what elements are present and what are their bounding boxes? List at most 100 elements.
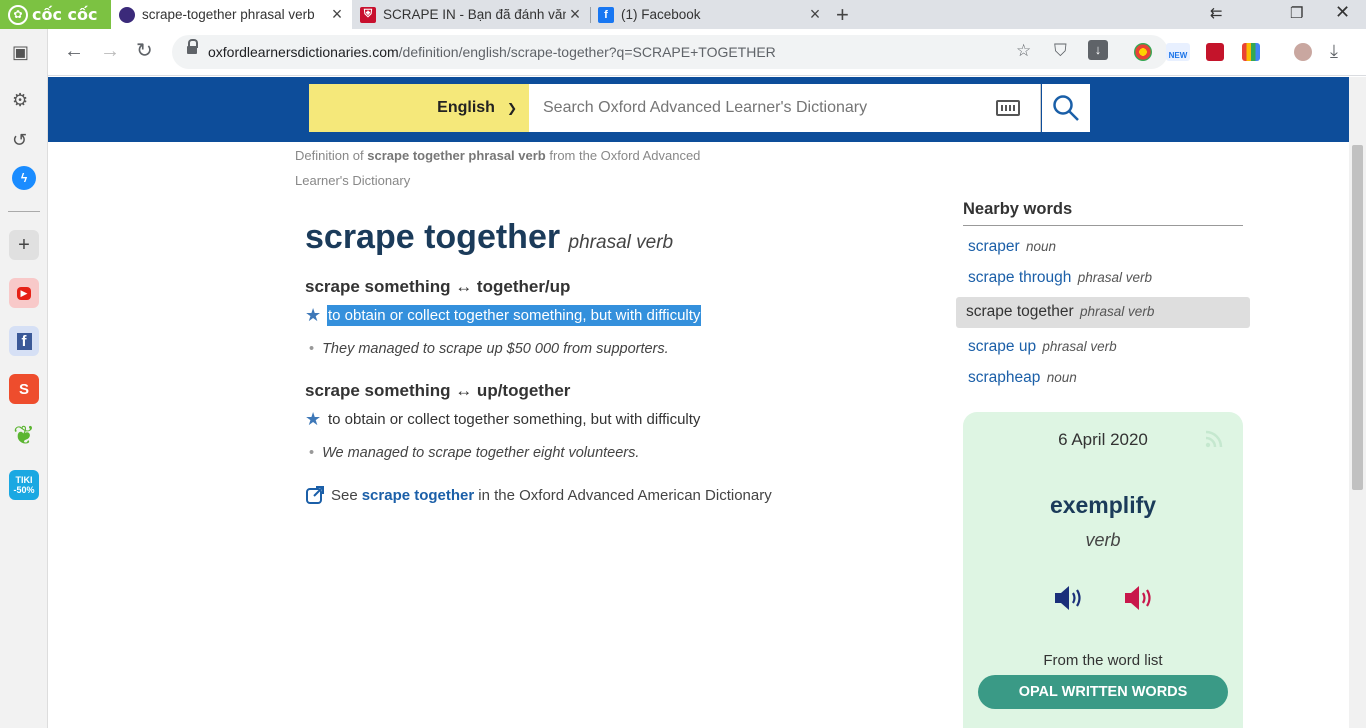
sense-definition: ★ to obtain or collect together somethin…: [305, 305, 702, 326]
word-of-the-day-card: 6 April 2020 exemplify verb From the wor…: [963, 412, 1243, 728]
coccoc-menu-button[interactable]: ✿ cốc cốc: [0, 0, 111, 29]
nearby-pos: phrasal verb: [1080, 304, 1155, 319]
chevron-down-icon: ❯: [506, 101, 517, 115]
red-extension-icon[interactable]: [1206, 43, 1224, 61]
search-icon: [1053, 95, 1079, 121]
nearby-pos: phrasal verb: [1077, 270, 1153, 285]
scrollbar-thumb[interactable]: [1352, 145, 1363, 490]
tab-oxford[interactable]: scrape-together phrasal verb ×: [111, 0, 352, 29]
browser-toolbar: ← → ↻ oxfordlearnersdictionaries.com/def…: [48, 29, 1366, 76]
sense-pattern: scrape something ↔ together/up: [305, 277, 571, 296]
search-button[interactable]: [1042, 84, 1090, 132]
tab-facebook[interactable]: f (1) Facebook ×: [590, 0, 830, 29]
wotd-word[interactable]: exemplify: [963, 492, 1243, 519]
close-tab-icon[interactable]: ×: [328, 4, 346, 25]
nearby-word-scrape-through[interactable]: scrape through phrasal verb: [968, 269, 1152, 287]
coccoc-logo-icon: ✿: [8, 4, 28, 25]
profile-avatar[interactable]: [1294, 43, 1312, 61]
sense-definition: ★ to obtain or collect together somethin…: [305, 409, 701, 430]
close-tab-icon[interactable]: ×: [806, 4, 824, 25]
brand-name: cốc cốc: [32, 5, 98, 24]
uk-pronunciation-speaker-icon[interactable]: [1053, 582, 1085, 614]
definition-text: to obtain or collect together something,…: [328, 411, 701, 428]
tab-title: scrape-together phrasal verb: [142, 7, 315, 22]
sense-pattern: scrape something ↔ up/together: [305, 381, 571, 400]
bullet-icon: •: [309, 445, 315, 461]
downloads-icon[interactable]: ⤓: [1330, 41, 1338, 61]
rss-icon[interactable]: [1205, 430, 1223, 448]
tiki-label: TIKI: [15, 475, 33, 485]
language-label: English: [437, 99, 495, 116]
nearby-pos: noun: [1026, 239, 1057, 254]
nearby-word-current: scrape together phrasal verb: [956, 297, 1250, 328]
youtube-icon[interactable]: ▶: [9, 278, 39, 308]
tab-bar: ✿ cốc cốc scrape-together phrasal verb ×…: [0, 0, 1366, 29]
headword: scrape together: [305, 218, 561, 256]
nearby-word: scrape through: [968, 269, 1072, 286]
opal-word-list-button[interactable]: OPAL WRITTEN WORDS: [978, 675, 1228, 709]
nearby-words-heading: Nearby words: [963, 200, 1243, 226]
oxford-3000-star-icon: ★: [305, 409, 322, 429]
site-header: English ❯: [48, 77, 1349, 142]
nearby-word: scrape together: [966, 303, 1074, 320]
language-dropdown[interactable]: English ❯: [309, 84, 529, 132]
address-bar[interactable]: oxfordlearnersdictionaries.com/definitio…: [172, 35, 1168, 69]
page-scrollbar[interactable]: [1349, 77, 1366, 728]
facebook-icon: f: [598, 6, 614, 23]
headword-block: scrape together phrasal verb: [305, 218, 673, 257]
tab-scrape-in[interactable]: ⛨ SCRAPE IN - Bạn đã đánh văn ×: [352, 0, 590, 29]
coccoc-extension-icon[interactable]: [1134, 43, 1152, 61]
oxford-3000-star-icon: ★: [305, 305, 322, 325]
example-sentence: • We managed to scrape together eight vol…: [309, 445, 639, 461]
forward-button[interactable]: →: [100, 41, 120, 61]
example-sentence: • They managed to scrape up $50 000 from …: [309, 341, 669, 357]
tiki-icon[interactable]: TIKI -50%: [9, 470, 39, 500]
nearby-word: scrapheap: [968, 369, 1041, 386]
leaf-icon[interactable]: ❦: [9, 420, 39, 450]
color-extension-icon[interactable]: [1242, 43, 1260, 61]
sidebar-divider: [8, 211, 40, 212]
lock-icon: [187, 39, 198, 57]
shield-icon[interactable]: ⛉: [1054, 41, 1067, 61]
breadcrumb-prefix: Definition of: [295, 148, 364, 163]
back-button[interactable]: ←: [64, 41, 84, 61]
new-tab-button[interactable]: +: [836, 2, 849, 28]
nearby-word-scrape-up[interactable]: scrape up phrasal verb: [968, 338, 1117, 356]
breadcrumb-term: scrape together phrasal verb: [367, 148, 546, 163]
close-window-button[interactable]: ✕: [1335, 2, 1350, 23]
wotd-pos: verb: [1085, 530, 1121, 550]
nearby-word: scraper: [968, 238, 1020, 255]
browser-sidebar: ▣ ⚙ ↺ ϟ + ▶ f S ❦ TIKI -50%: [0, 29, 48, 728]
restore-button[interactable]: ❐: [1290, 4, 1303, 22]
search-input[interactable]: [529, 84, 969, 132]
breadcrumb: Definition of scrape together phrasal ve…: [295, 143, 755, 193]
add-shortcut-button[interactable]: +: [9, 230, 39, 260]
definition-text: to obtain or collect together something,…: [327, 305, 702, 326]
example-text: They managed to scrape up $50 000 from s…: [322, 341, 669, 357]
new-extension-icon[interactable]: NEW: [1166, 43, 1190, 61]
part-of-speech: phrasal verb: [568, 232, 674, 253]
nearby-word-scraper[interactable]: scraper noun: [968, 238, 1056, 256]
messenger-icon[interactable]: ϟ: [12, 166, 36, 190]
sidebar-toggle-icon[interactable]: ▣: [12, 42, 29, 63]
bookmark-star-icon[interactable]: ☆: [1016, 41, 1031, 61]
wotd-list-label: From the word list: [1043, 652, 1163, 669]
close-tab-icon[interactable]: ×: [566, 4, 584, 25]
url-text[interactable]: oxfordlearnersdictionaries.com/definitio…: [208, 44, 776, 60]
nearby-pos: phrasal verb: [1042, 339, 1117, 354]
facebook-sidebar-icon[interactable]: f: [9, 326, 39, 356]
download-page-icon[interactable]: ↓: [1088, 40, 1108, 60]
oxford-globe-icon: [119, 6, 135, 23]
keyboard-icon[interactable]: [996, 100, 1020, 116]
shopee-icon[interactable]: S: [9, 374, 39, 404]
see-also-link[interactable]: scrape together: [362, 487, 475, 504]
see-also-prefix: See: [331, 486, 358, 504]
settings-icon[interactable]: ⚙: [12, 90, 28, 111]
nearby-word-scrapheap[interactable]: scrapheap noun: [968, 369, 1077, 387]
bullet-icon: •: [309, 341, 315, 357]
us-pronunciation-speaker-icon[interactable]: [1123, 582, 1155, 614]
url-domain: oxfordlearnersdictionaries.com: [208, 44, 399, 60]
minimize-button[interactable]: ⇇: [1210, 4, 1223, 22]
reload-button[interactable]: ↻: [136, 41, 153, 61]
history-icon[interactable]: ↺: [12, 130, 27, 151]
